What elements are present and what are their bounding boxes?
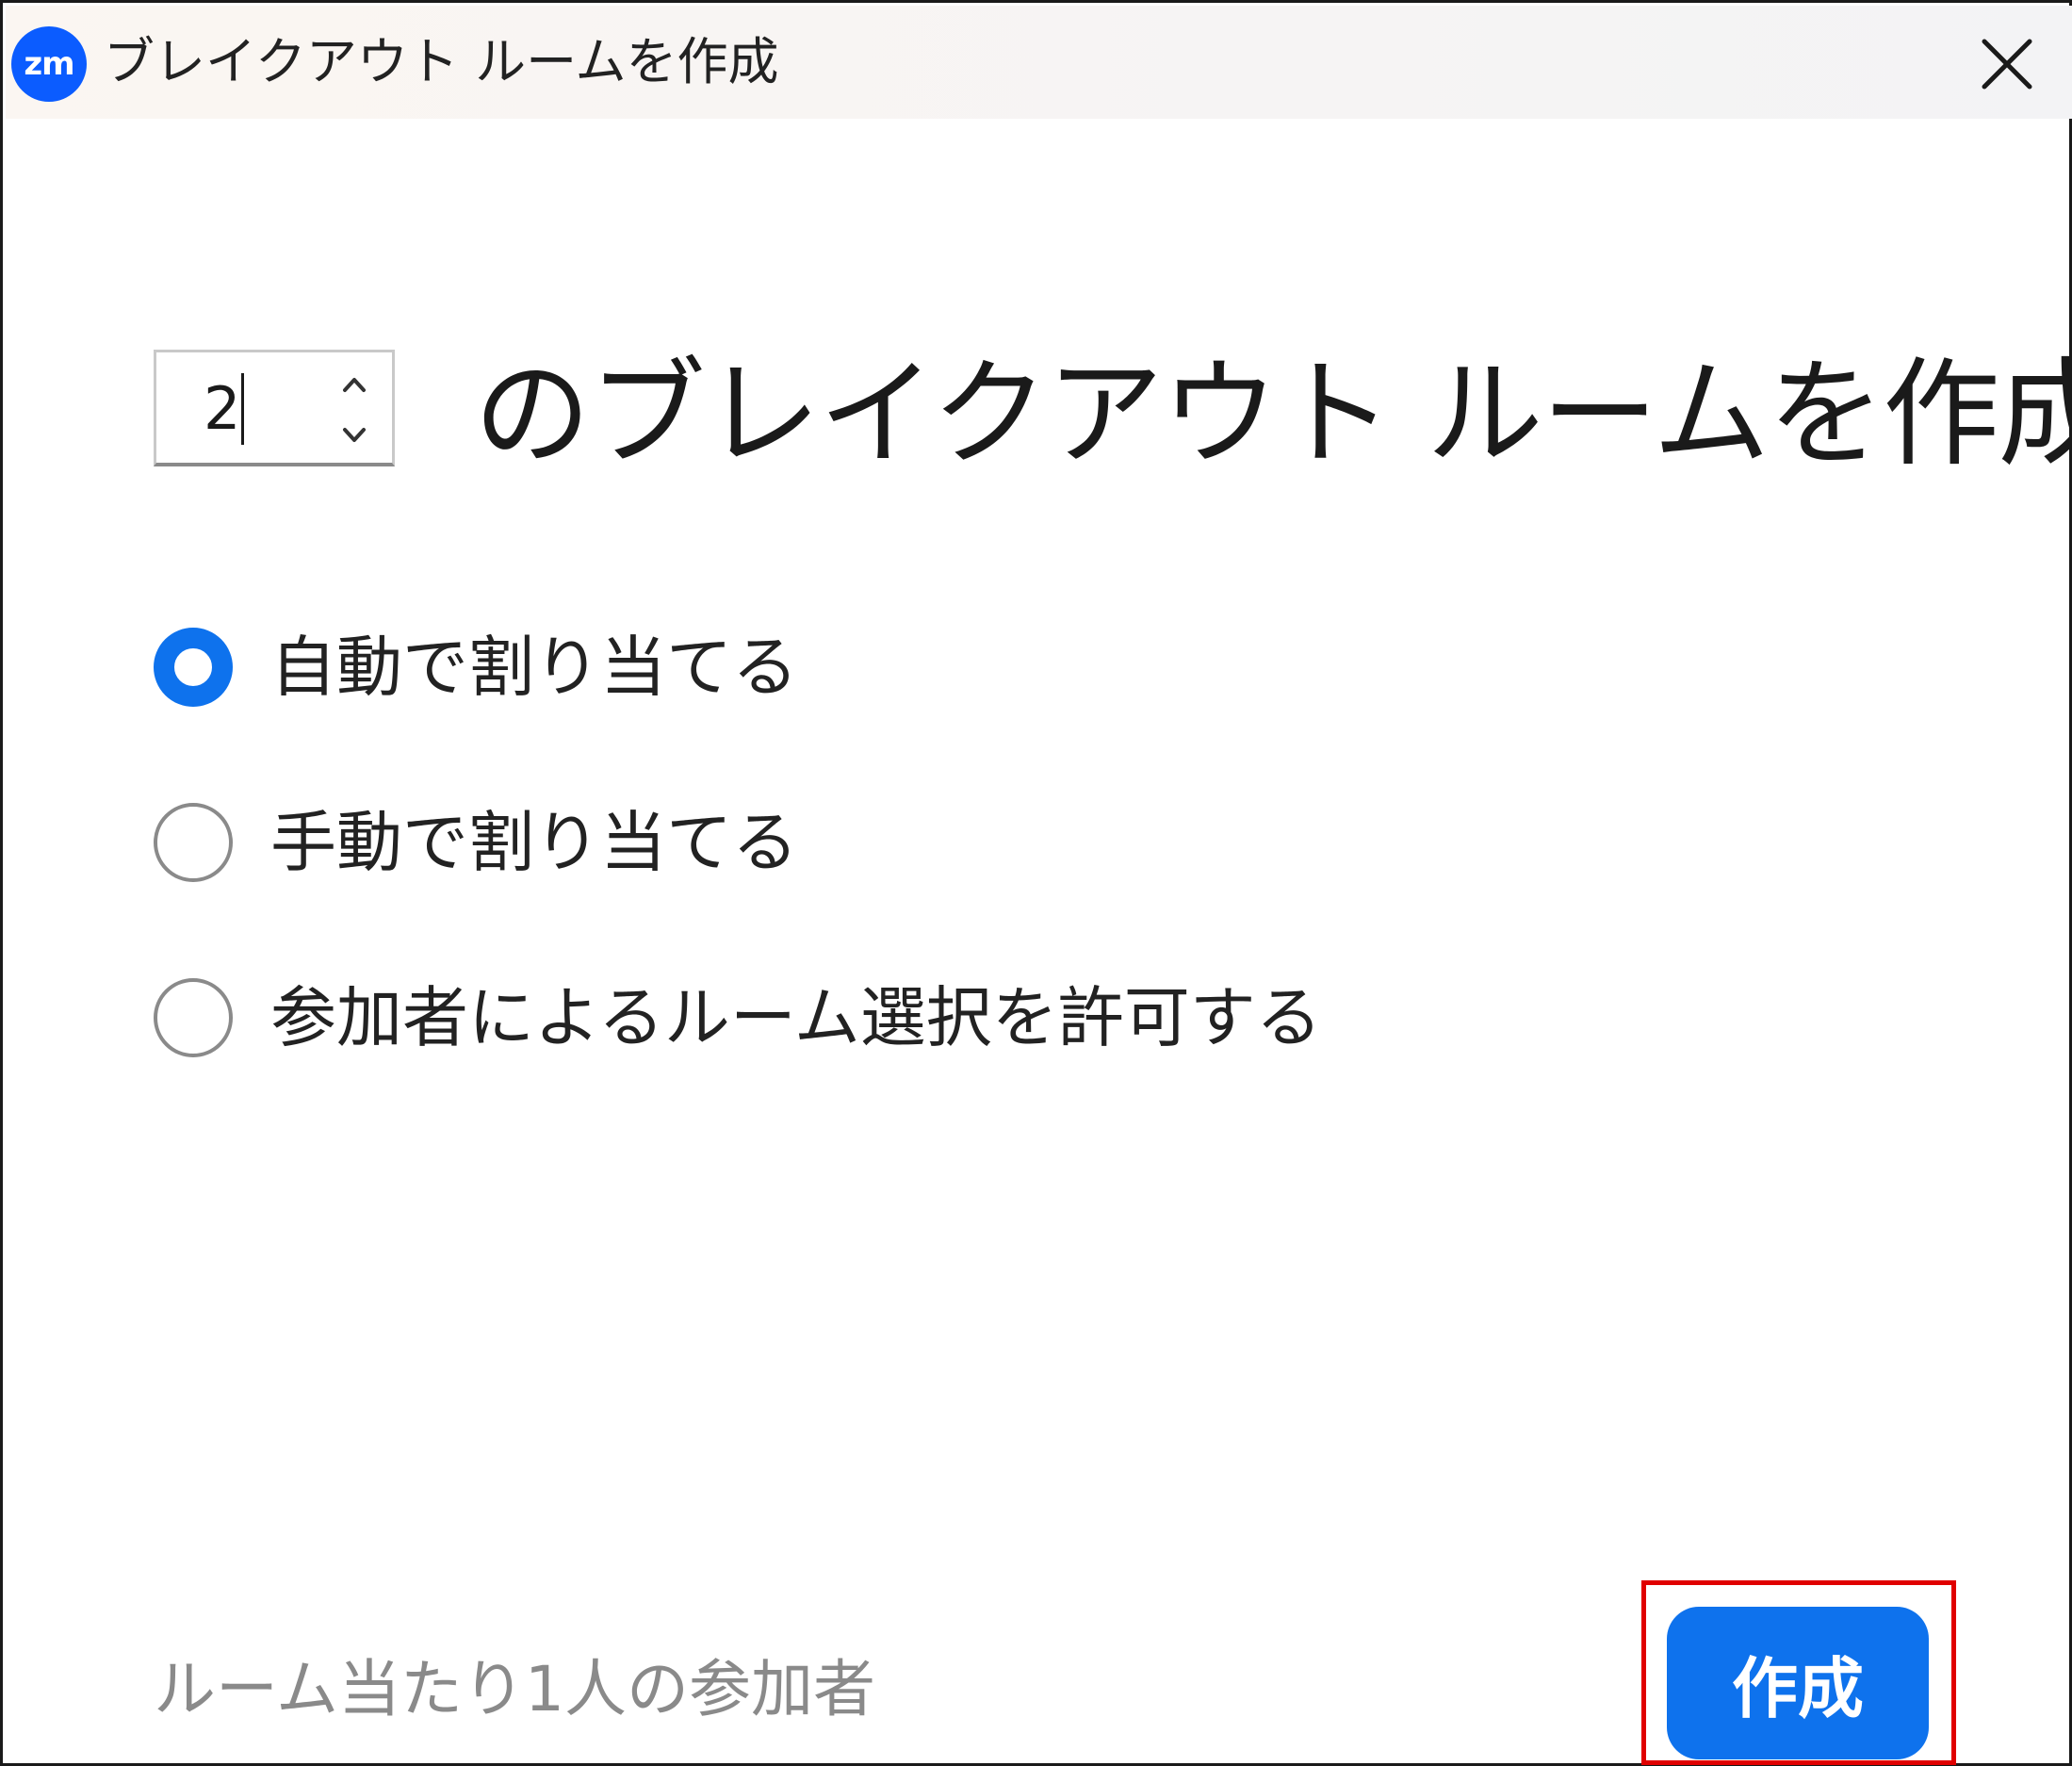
title-bar: zm ブレイクアウト ルームを作成 bbox=[6, 6, 2072, 119]
radio-checked-icon bbox=[154, 628, 233, 707]
radio-participant-choose[interactable]: 参加者によるルーム選択を許可する bbox=[154, 977, 1322, 1058]
breakout-room-dialog: zm ブレイクアウト ルームを作成 2 のブレイクアウト ルームを作成 自動で割… bbox=[0, 0, 2072, 1766]
radio-label: 手動で割り当てる bbox=[270, 804, 798, 881]
room-count-value: 2 bbox=[204, 374, 241, 443]
radio-label: 自動で割り当てる bbox=[270, 629, 798, 706]
decrement-button[interactable] bbox=[335, 418, 373, 452]
chevron-down-icon bbox=[343, 428, 366, 442]
radio-manual-assign[interactable]: 手動で割り当てる bbox=[154, 802, 798, 883]
participants-per-room-text: ルーム当たり1人の参加者 bbox=[154, 1653, 876, 1725]
increment-button[interactable] bbox=[335, 368, 373, 401]
chevron-up-icon bbox=[343, 378, 366, 392]
text-caret bbox=[241, 373, 244, 445]
radio-unchecked-icon bbox=[154, 803, 233, 882]
close-icon bbox=[1982, 39, 2032, 90]
radio-auto-assign[interactable]: 自動で割り当てる bbox=[154, 627, 798, 708]
zoom-logo-icon: zm bbox=[11, 26, 87, 102]
close-button[interactable] bbox=[1975, 32, 2039, 96]
room-count-stepper[interactable]: 2 bbox=[154, 350, 395, 466]
create-button[interactable]: 作成 bbox=[1667, 1607, 1929, 1759]
window-title: ブレイクアウト ルームを作成 bbox=[104, 32, 779, 91]
radio-label: 参加者によるルーム選択を許可する bbox=[270, 979, 1322, 1056]
dialog-heading: のブレイクアウト ルームを作成 bbox=[474, 347, 2072, 482]
radio-unchecked-icon bbox=[154, 978, 233, 1057]
